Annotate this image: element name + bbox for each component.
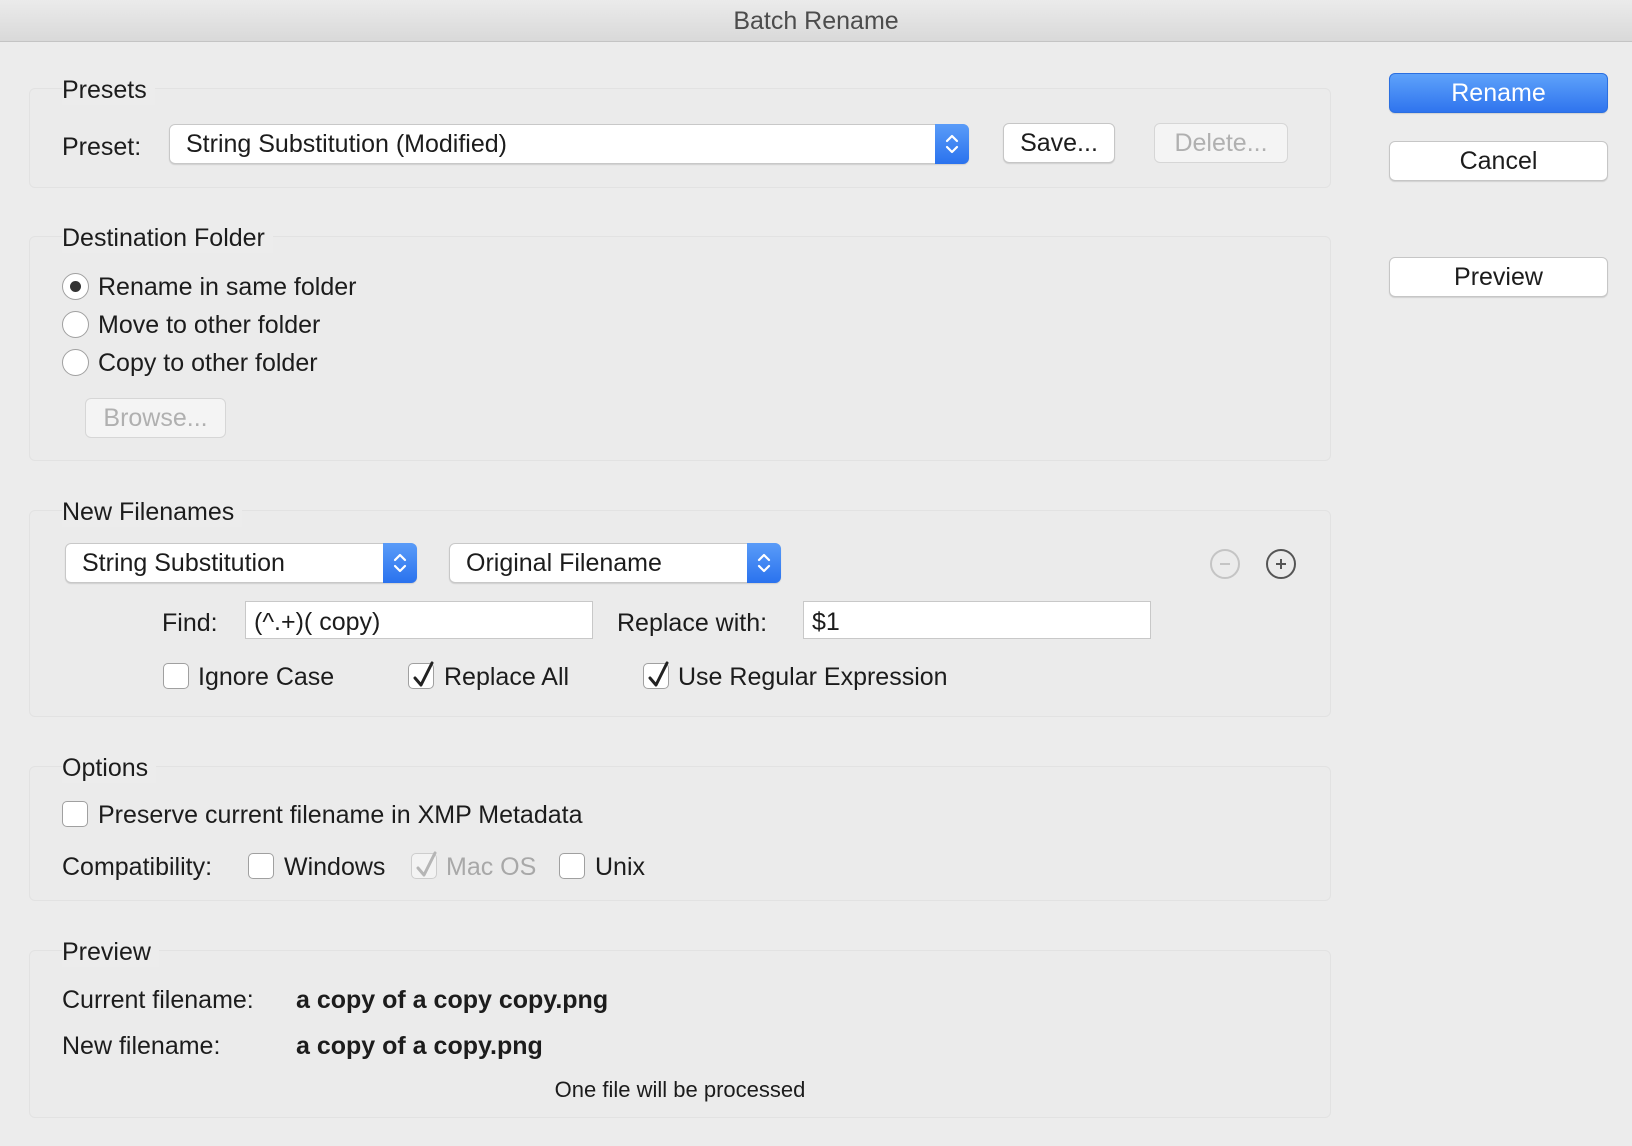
find-field[interactable]: (^.+)( copy) [245, 601, 593, 639]
rename-button[interactable]: Rename [1389, 73, 1608, 113]
new-filenames-group-title: New Filenames [62, 498, 243, 527]
replace-all-checkbox[interactable] [408, 661, 434, 689]
source-value: Original Filename [466, 549, 662, 577]
replace-with-field[interactable]: $1 [803, 601, 1151, 639]
browse-button[interactable]: Browse... [85, 398, 226, 438]
radio-move-other-folder[interactable] [62, 311, 89, 338]
macos-label[interactable]: Mac OS [446, 853, 536, 882]
options-group [29, 766, 1331, 901]
rename-method-value: String Substitution [82, 549, 285, 577]
presets-group-title: Presets [62, 76, 155, 105]
minus-icon [1220, 563, 1230, 565]
current-filename-label: Current filename: [62, 986, 254, 1014]
plus-icon [1276, 559, 1286, 569]
radio-copy-other-folder-label[interactable]: Copy to other folder [98, 349, 318, 378]
radio-move-other-folder-label[interactable]: Move to other folder [98, 311, 320, 340]
delete-preset-button[interactable]: Delete... [1154, 123, 1288, 163]
checkmark-icon [648, 661, 669, 687]
remove-rule-button[interactable] [1210, 549, 1240, 579]
preserve-xmp-label[interactable]: Preserve current filename in XMP Metadat… [98, 801, 583, 830]
windows-label[interactable]: Windows [284, 853, 385, 882]
unix-label[interactable]: Unix [595, 853, 645, 882]
cancel-button[interactable]: Cancel [1389, 141, 1608, 181]
preserve-xmp-checkbox[interactable] [62, 801, 88, 827]
preset-label: Preset: [62, 133, 142, 161]
use-regex-label[interactable]: Use Regular Expression [678, 663, 948, 692]
macos-checkbox[interactable] [411, 851, 437, 879]
checkmark-icon [413, 661, 434, 687]
source-popup[interactable]: Original Filename [449, 543, 781, 583]
chevron-updown-icon [383, 543, 417, 583]
add-rule-button[interactable] [1266, 549, 1296, 579]
ignore-case-label[interactable]: Ignore Case [198, 663, 334, 692]
chevron-updown-icon [747, 543, 781, 583]
radio-copy-other-folder[interactable] [62, 349, 89, 376]
chevron-updown-icon [935, 124, 969, 164]
replace-with-label: Replace with: [617, 609, 768, 637]
radio-rename-same-folder-label[interactable]: Rename in same folder [98, 273, 356, 302]
process-status: One file will be processed [554, 1077, 806, 1102]
ignore-case-checkbox[interactable] [163, 663, 189, 689]
preview-group-title: Preview [62, 938, 159, 967]
find-label: Find: [162, 609, 218, 637]
save-preset-button[interactable]: Save... [1003, 123, 1115, 163]
checkmark-icon [416, 851, 437, 877]
options-group-title: Options [62, 754, 157, 783]
replace-all-label[interactable]: Replace All [444, 663, 569, 692]
current-filename-value: a copy of a copy copy.png [296, 986, 609, 1014]
new-filename-label: New filename: [62, 1032, 221, 1060]
window-title: Batch Rename [0, 0, 1632, 42]
preview-button[interactable]: Preview [1389, 257, 1608, 297]
rename-method-popup[interactable]: String Substitution [65, 543, 417, 583]
radio-rename-same-folder[interactable] [62, 273, 89, 300]
unix-checkbox[interactable] [559, 853, 585, 879]
preset-popup-value: String Substitution (Modified) [186, 130, 507, 158]
destination-group-title: Destination Folder [62, 224, 273, 253]
new-filename-value: a copy of a copy.png [296, 1032, 543, 1060]
compatibility-label: Compatibility: [62, 853, 213, 881]
preset-popup[interactable]: String Substitution (Modified) [169, 124, 969, 164]
use-regex-checkbox[interactable] [643, 661, 669, 689]
windows-checkbox[interactable] [248, 853, 274, 879]
